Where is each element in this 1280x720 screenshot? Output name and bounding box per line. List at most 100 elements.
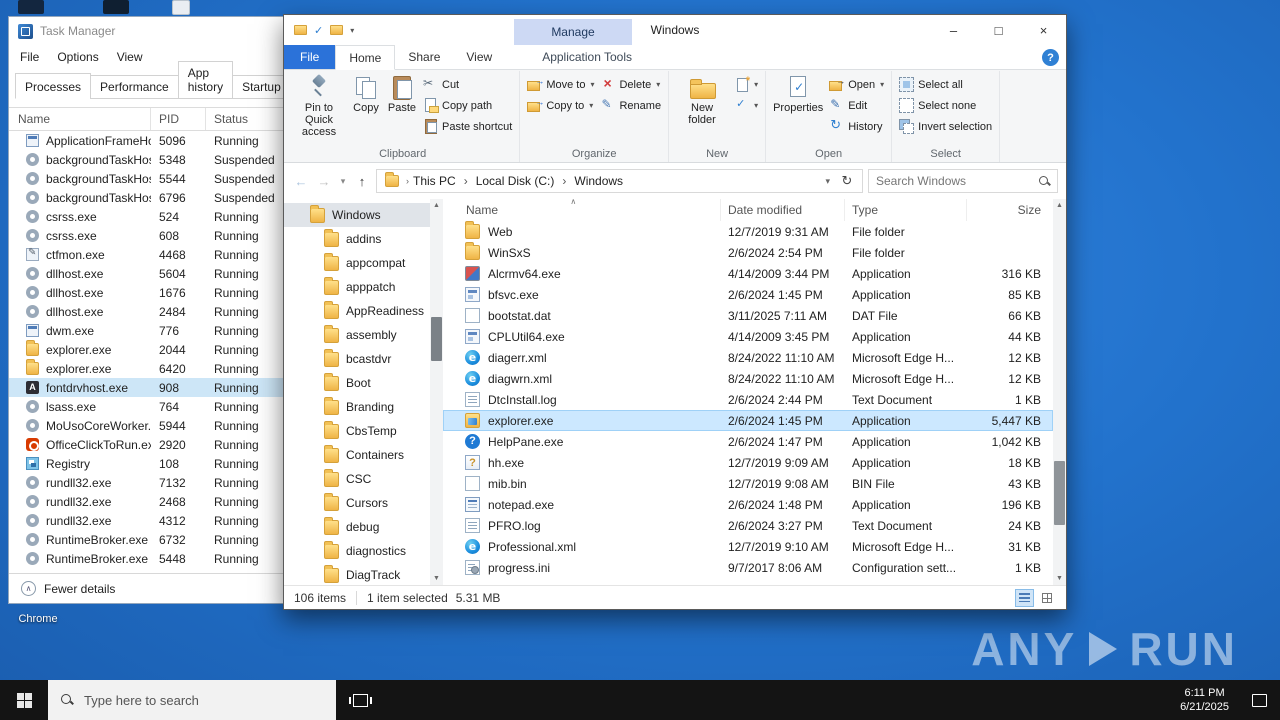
history-button[interactable]: History (829, 117, 884, 135)
desktop-icon-partial[interactable] (18, 0, 44, 14)
scroll-down-icon[interactable]: ▼ (1053, 575, 1066, 582)
column-header-pid[interactable]: PID (151, 108, 206, 130)
address-bar[interactable]: › This PCLocal Disk (C:)Windows ▾ ↻ (376, 169, 863, 193)
delete-button[interactable]: Delete ▾ (600, 75, 661, 93)
select-none-button[interactable]: Select none (899, 97, 992, 114)
recent-locations-chevron-icon[interactable]: ▾ (338, 176, 348, 187)
explorer-titlebar[interactable]: ✓ ▾ Manage Windows – □ × (284, 15, 1066, 45)
task-manager-tab[interactable]: Startup (232, 75, 291, 99)
process-row[interactable]: RuntimeBroker.exe 6732 Running (9, 530, 287, 549)
file-row[interactable]: diagwrn.xml 8/24/2022 11:10 AM Microsoft… (443, 368, 1053, 389)
forward-button[interactable]: → (315, 174, 333, 189)
tab-file[interactable]: File (284, 45, 336, 69)
explorer-search-input[interactable] (876, 174, 1039, 188)
easy-access-button[interactable]: ▾ (734, 97, 758, 114)
process-row[interactable]: rundll32.exe 2468 Running (9, 492, 287, 511)
nav-folder-item[interactable]: addins (284, 227, 430, 251)
address-dropdown-chevron-icon[interactable]: ▾ (820, 176, 835, 187)
properties-check-icon[interactable]: ✓ (314, 24, 323, 37)
explorer-search-box[interactable] (868, 169, 1058, 193)
taskbar-search-box[interactable] (48, 680, 336, 720)
fewer-details-button[interactable]: Fewer details (44, 582, 115, 596)
menubar-item[interactable]: View (117, 50, 143, 64)
file-row[interactable]: bfsvc.exe 2/6/2024 1:45 PM Application 8… (443, 284, 1053, 305)
rename-button[interactable]: Rename (600, 97, 661, 114)
nav-folder-item[interactable]: debug (284, 515, 430, 539)
task-manager-titlebar[interactable]: Task Manager (9, 17, 287, 45)
nav-folder-item[interactable]: AppReadiness (284, 299, 430, 323)
process-row[interactable]: dllhost.exe 5604 Running (9, 264, 287, 283)
folder-icon[interactable] (294, 25, 307, 35)
breadcrumb-item[interactable]: Windows (574, 174, 639, 188)
tab-application-tools[interactable]: Application Tools (529, 45, 645, 69)
copy-to-button[interactable]: Copy to ▾ (527, 97, 594, 114)
process-row[interactable]: csrss.exe 524 Running (9, 207, 287, 226)
desktop-icon-partial[interactable] (172, 0, 190, 15)
select-all-button[interactable]: Select all (899, 76, 992, 93)
nav-folder-item[interactable]: Containers (284, 443, 430, 467)
customize-toolbar-chevron-icon[interactable]: ▾ (350, 26, 354, 35)
file-list-scrollbar[interactable]: ▲ ▼ (1053, 199, 1066, 585)
process-row[interactable]: dllhost.exe 1676 Running (9, 283, 287, 302)
edit-button[interactable]: Edit (829, 97, 884, 114)
tab-view[interactable]: View (453, 45, 505, 69)
nav-folder-item[interactable]: CbsTemp (284, 419, 430, 443)
details-view-button[interactable] (1015, 588, 1034, 607)
help-button[interactable]: ? (1042, 49, 1059, 66)
file-row[interactable]: hh.exe 12/7/2019 9:09 AM Application 18 … (443, 452, 1053, 473)
move-to-button[interactable]: Move to ▾ (527, 76, 594, 93)
process-row[interactable]: OfficeClickToRun.exe 2920 Running (9, 435, 287, 454)
nav-folder-item[interactable]: Cursors (284, 491, 430, 515)
task-manager-tab[interactable]: App history (177, 61, 234, 99)
file-row[interactable]: diagerr.xml 8/24/2022 11:10 AM Microsoft… (443, 347, 1053, 368)
nav-folder-item[interactable]: CSC (284, 467, 430, 491)
open-button[interactable]: Open ▾ (829, 76, 884, 93)
process-row[interactable]: rundll32.exe 4312 Running (9, 511, 287, 530)
process-row[interactable]: rundll32.exe 7132 Running (9, 473, 287, 492)
close-button[interactable]: × (1021, 15, 1066, 45)
nav-folder-item[interactable]: Boot (284, 371, 430, 395)
task-manager-tab[interactable]: Processes (15, 73, 92, 99)
scrollbar-thumb[interactable] (1054, 461, 1065, 525)
file-row[interactable]: notepad.exe 2/6/2024 1:48 PM Application… (443, 494, 1053, 515)
maximize-button[interactable]: □ (976, 15, 1021, 45)
column-header-status[interactable]: Status (206, 108, 287, 130)
file-row[interactable]: CPLUtil64.exe 4/14/2009 3:45 PM Applicat… (443, 326, 1053, 347)
file-row[interactable]: WinSxS 2/6/2024 2:54 PM File folder (443, 242, 1053, 263)
file-row[interactable]: DtcInstall.log 2/6/2024 2:44 PM Text Doc… (443, 389, 1053, 410)
scroll-down-icon[interactable]: ▼ (430, 575, 443, 582)
nav-folder-item[interactable]: Branding (284, 395, 430, 419)
copy-path-button[interactable]: Copy path (423, 97, 512, 114)
new-item-button[interactable]: ▾ (734, 75, 758, 93)
column-header-size[interactable]: Size (967, 199, 1053, 221)
properties-button[interactable]: Properties (770, 72, 826, 116)
nav-folder-item[interactable]: diagnostics (284, 539, 430, 563)
file-row[interactable]: PFRO.log 2/6/2024 3:27 PM Text Document … (443, 515, 1053, 536)
menubar-item[interactable]: File (20, 50, 39, 64)
file-row[interactable]: Web 12/7/2019 9:31 AM File folder (443, 221, 1053, 242)
copy-button[interactable]: Copy (348, 72, 384, 116)
minimize-button[interactable]: – (931, 15, 976, 45)
start-button[interactable] (0, 680, 48, 720)
tab-share[interactable]: Share (395, 45, 453, 69)
process-row[interactable]: MoUsoCoreWorker.e... 5944 Running (9, 416, 287, 435)
menubar-item[interactable]: Options (57, 50, 98, 64)
process-row[interactable]: backgroundTaskHos... 5544 Suspended (9, 169, 287, 188)
large-icons-view-button[interactable] (1037, 589, 1056, 607)
nav-folder-item[interactable]: assembly (284, 323, 430, 347)
nav-folder-item[interactable]: appcompat (284, 251, 430, 275)
pin-to-quick-access-button[interactable]: Pin to Quick access (290, 72, 348, 140)
file-row[interactable]: mib.bin 12/7/2019 9:08 AM BIN File 43 KB (443, 473, 1053, 494)
process-row[interactable]: lsass.exe 764 Running (9, 397, 287, 416)
chevron-icon[interactable]: › (404, 176, 411, 186)
file-row[interactable]: HelpPane.exe 2/6/2024 1:47 PM Applicatio… (443, 431, 1053, 452)
file-row[interactable]: Professional.xml 12/7/2019 9:10 AM Micro… (443, 536, 1053, 557)
process-row[interactable]: backgroundTaskHos... 6796 Suspended (9, 188, 287, 207)
scroll-up-icon[interactable]: ▲ (430, 202, 443, 209)
process-row[interactable]: explorer.exe 6420 Running (9, 359, 287, 378)
back-button[interactable]: ← (292, 174, 310, 189)
invert-selection-button[interactable]: Invert selection (899, 118, 992, 135)
process-row[interactable]: Registry 108 Running (9, 454, 287, 473)
file-row[interactable]: Alcrmv64.exe 4/14/2009 3:44 PM Applicati… (443, 263, 1053, 284)
tab-home[interactable]: Home (335, 45, 396, 70)
